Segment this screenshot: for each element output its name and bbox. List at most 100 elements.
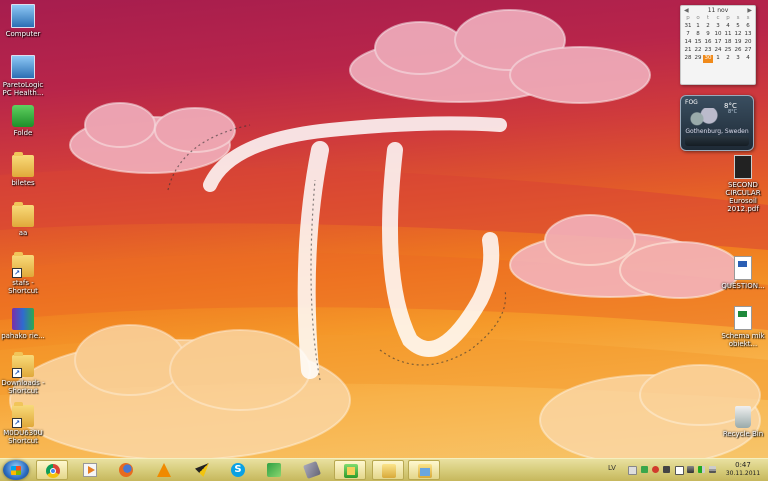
calendar-weekday: o — [696, 15, 700, 21]
desktop-icon-biletes[interactable]: biletes — [0, 152, 46, 187]
start-button[interactable] — [3, 460, 29, 480]
calendar-day[interactable]: 9 — [703, 31, 713, 39]
tray-volume-icon[interactable] — [687, 466, 694, 473]
calendar-day[interactable]: 25 — [723, 47, 733, 55]
tray-show-hidden-icon[interactable] — [628, 466, 637, 475]
calendar-day[interactable]: 20 — [743, 39, 753, 47]
desktop-icon-second-circular[interactable]: SECOND CIRCULAR Eurosoil 2012.pdf — [720, 155, 766, 213]
calendar-day[interactable]: 17 — [713, 39, 723, 47]
clock-time[interactable]: 0:47 — [726, 461, 760, 469]
taskbar-button-firefox[interactable] — [110, 460, 142, 480]
calendar-day[interactable]: 16 — [703, 39, 713, 47]
desktop-icon-recycle-bin[interactable]: Recycle Bin — [720, 406, 766, 438]
calendar-day[interactable]: 3 — [733, 55, 743, 63]
shortcut-arrow-icon: ↗ — [12, 268, 22, 278]
desktop-icon-question[interactable]: QUESTION... — [720, 256, 766, 290]
excel-document-icon — [734, 306, 752, 330]
recycle-bin-icon — [735, 406, 751, 428]
taskbar-button-google-chrome[interactable] — [36, 460, 68, 480]
calendar-day[interactable]: 7 — [683, 31, 693, 39]
taskbar-button-winamp[interactable] — [186, 460, 218, 480]
tray-usb-icon[interactable] — [663, 466, 670, 473]
calendar-day[interactable]: 28 — [683, 55, 693, 63]
calendar-grid: p o t c p s s 31 1 2 3 4 5 6 7 8 9 10 11 12 13 14 15 16 17 18 19 20… — [683, 15, 755, 63]
calendar-day[interactable]: 5 — [733, 23, 743, 31]
calendar-day[interactable]: 31 — [683, 23, 693, 31]
desktop-icon-label: M0DU630U Shortcut — [3, 429, 43, 445]
calendar-header: ◀ 11 nov ▶ — [681, 6, 755, 15]
word-document-icon — [734, 256, 752, 280]
tray-language-indicator[interactable]: LV — [608, 464, 616, 472]
calendar-day[interactable]: 18 — [723, 39, 733, 47]
desktop-icon-modu[interactable]: ↗ M0DU630U Shortcut — [0, 402, 46, 445]
fog-cloud-icon — [685, 108, 725, 126]
calendar-weekday: t — [706, 15, 710, 21]
taskbar-button-media-player[interactable] — [74, 460, 106, 480]
calendar-prev-icon[interactable]: ◀ — [684, 6, 689, 15]
taskbar-button-app-green[interactable] — [334, 460, 366, 480]
taskbar-button-tools[interactable] — [296, 460, 328, 480]
calendar-day[interactable]: 2 — [723, 55, 733, 63]
excel-badge — [738, 311, 747, 317]
desktop-icon-label: pahako rie... — [1, 332, 45, 340]
calendar-day[interactable]: 13 — [743, 31, 753, 39]
taskbar-button-windows-explorer[interactable] — [408, 460, 440, 480]
calendar-day[interactable]: 12 — [733, 31, 743, 39]
desktop-icon-folde[interactable]: Folde — [0, 105, 46, 137]
folder-shortcut-icon — [12, 105, 34, 127]
calendar-day[interactable]: 30 — [703, 55, 713, 63]
desktop-icon-schema[interactable]: Schema mik obiekt... — [720, 306, 766, 348]
calendar-day[interactable]: 11 — [723, 31, 733, 39]
calendar-day[interactable]: 19 — [733, 39, 743, 47]
calendar-day[interactable]: 8 — [693, 31, 703, 39]
firefox-icon — [119, 463, 133, 477]
calendar-weekday: p — [686, 15, 690, 21]
desktop-icon-label: Schema mik obiekt... — [721, 332, 765, 348]
calendar-day[interactable]: 1 — [693, 23, 703, 31]
desktop-icon-downloads[interactable]: ↗ Downloads - Shortcut — [0, 352, 46, 395]
taskbar-button-folder-window[interactable] — [372, 460, 404, 480]
tray-network-icon[interactable] — [709, 466, 716, 473]
calendar-day[interactable]: 2 — [703, 23, 713, 31]
windows-logo-icon — [11, 466, 21, 475]
desktop-icon-label: QUESTION... — [721, 282, 765, 290]
calendar-day[interactable]: 23 — [703, 47, 713, 55]
calendar-day[interactable]: 14 — [683, 39, 693, 47]
calendar-day[interactable]: 24 — [713, 47, 723, 55]
calendar-gadget[interactable]: ◀ 11 nov ▶ p o t c p s s 31 1 2 3 4 5 6 7 8 9 10 11 12 13 14 1… — [680, 5, 756, 85]
calendar-day[interactable]: 27 — [743, 47, 753, 55]
calendar-day[interactable]: 1 — [713, 55, 723, 63]
taskbar-button-sync[interactable] — [258, 460, 290, 480]
tray-battery-icon[interactable] — [698, 466, 705, 473]
calendar-day[interactable]: 21 — [683, 47, 693, 55]
calendar-next-icon[interactable]: ▶ — [747, 6, 752, 15]
desktop-icon-pahako[interactable]: pahako rie... — [0, 308, 46, 340]
desktop-icon-computer[interactable]: Computer — [0, 4, 46, 38]
calendar-weekday: c — [716, 15, 720, 21]
tray-flag-icon[interactable] — [675, 466, 684, 475]
calendar-day[interactable]: 22 — [693, 47, 703, 55]
calendar-day[interactable]: 15 — [693, 39, 703, 47]
tray-app-icon[interactable] — [652, 466, 659, 473]
calendar-month-label: 11 nov — [707, 7, 729, 14]
weather-gadget[interactable]: FOG 8°C 8°C Gothenburg, Sweden — [680, 95, 754, 151]
desktop-icon-aa[interactable]: aa — [0, 202, 46, 237]
winamp-icon — [195, 463, 209, 477]
tray-security-icon[interactable] — [641, 466, 648, 473]
calendar-day[interactable]: 26 — [733, 47, 743, 55]
calendar-day[interactable]: 29 — [693, 55, 703, 63]
desktop-icon-label: Computer — [5, 30, 41, 38]
calendar-day[interactable]: 6 — [743, 23, 753, 31]
desktop-icon-pc-health[interactable]: ParetoLogic PC Health... — [0, 55, 46, 97]
calendar-day[interactable]: 10 — [713, 31, 723, 39]
taskbar-button-vlc[interactable] — [148, 460, 180, 480]
pc-health-icon — [11, 55, 35, 79]
desktop-icon-stafs[interactable]: ↗ stafs - Shortcut — [0, 252, 46, 295]
desktop-wallpaper — [0, 0, 768, 458]
folder-icon — [12, 152, 34, 177]
calendar-day[interactable]: 3 — [713, 23, 723, 31]
calendar-day[interactable]: 4 — [743, 55, 753, 63]
taskbar-button-skype[interactable]: S — [222, 460, 254, 480]
calendar-day[interactable]: 4 — [723, 23, 733, 31]
clock-date[interactable]: 30.11.2011 — [722, 470, 764, 477]
